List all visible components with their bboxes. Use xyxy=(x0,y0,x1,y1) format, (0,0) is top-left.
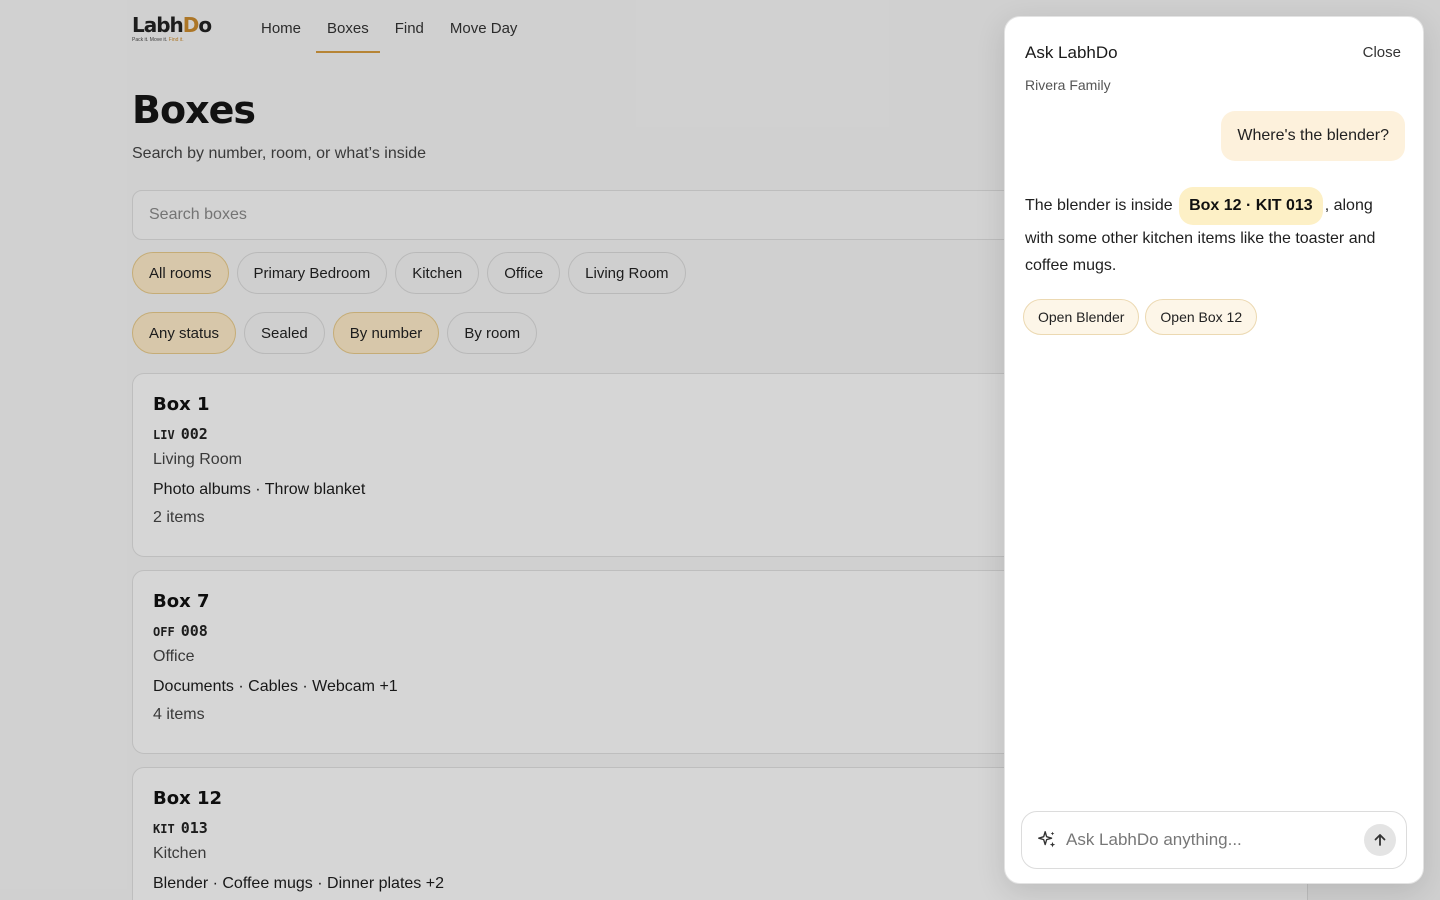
chat-input[interactable] xyxy=(1066,830,1364,850)
sparkle-icon xyxy=(1038,831,1056,848)
household-name: Rivera Family xyxy=(1025,77,1111,93)
suggested-actions: Open Blender Open Box 12 xyxy=(1023,299,1258,335)
assistant-reply: The blender is inside Box 12 · KIT 013, … xyxy=(1025,187,1405,279)
arrow-up-icon xyxy=(1374,834,1386,846)
open-blender-button[interactable]: Open Blender xyxy=(1023,299,1140,335)
box-reference-chip[interactable]: Box 12 · KIT 013 xyxy=(1179,187,1323,225)
close-button[interactable]: Close xyxy=(1363,44,1401,61)
ask-labhdo-panel: Ask LabhDo Close Rivera Family Where's t… xyxy=(1004,16,1424,884)
user-message: Where's the blender? xyxy=(1221,111,1405,161)
panel-title: Ask LabhDo xyxy=(1025,43,1118,62)
open-box-button[interactable]: Open Box 12 xyxy=(1145,299,1258,335)
send-button[interactable] xyxy=(1364,824,1396,856)
chat-composer xyxy=(1021,811,1407,869)
reply-text-start: The blender is inside xyxy=(1025,197,1173,214)
